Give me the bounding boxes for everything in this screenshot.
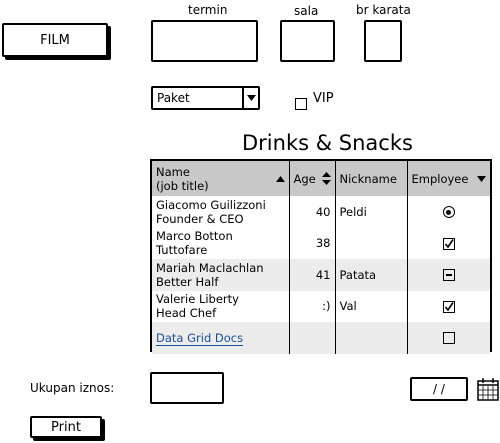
vip-checkbox[interactable]	[295, 97, 307, 110]
cell-nickname	[334, 322, 407, 354]
table-row[interactable]: Mariah Maclachlan Better Half 41 Patata	[152, 259, 490, 291]
employee-checkbox-indeterminate[interactable]	[442, 269, 455, 282]
column-header-age[interactable]: Age	[288, 161, 335, 196]
date-input-value: / /	[433, 382, 445, 396]
ukupan-iznos-input[interactable]	[150, 372, 224, 404]
sala-input[interactable]	[280, 20, 335, 62]
row-name: Marco Botton	[156, 229, 233, 244]
print-button-label: Print	[51, 419, 81, 435]
cell-age: 40	[288, 196, 335, 228]
cell-employee	[406, 227, 490, 259]
row-title: Tuttofare	[156, 243, 208, 258]
cell-name: Marco Botton Tuttofare	[152, 228, 289, 260]
cell-nickname: Patata	[334, 259, 407, 291]
cell-age: 41	[288, 259, 335, 291]
cell-nickname	[334, 227, 407, 259]
cell-name: Valerie Liberty Head Chef	[152, 291, 289, 323]
cell-age: :)	[288, 290, 335, 322]
cell-employee	[406, 259, 490, 291]
cell-age	[288, 322, 335, 354]
employee-radio[interactable]	[442, 206, 455, 219]
row-title: Head Chef	[156, 306, 217, 321]
row-title: Better Half	[156, 274, 219, 289]
table-row[interactable]: Valerie Liberty Head Chef :) Val	[152, 290, 490, 323]
data-grid-docs-link[interactable]: Data Grid Docs	[156, 330, 244, 346]
film-button[interactable]: FILM	[2, 23, 108, 57]
paket-select-value: Paket	[157, 91, 190, 105]
row-name: Giacomo Guilizzoni	[156, 197, 266, 212]
employee-checkbox[interactable]	[442, 332, 455, 345]
checkmark-icon	[444, 301, 454, 312]
column-header-nickname-label: Nickname	[339, 171, 397, 186]
employee-checkbox[interactable]	[442, 300, 455, 313]
br-karata-input[interactable]	[364, 20, 402, 62]
grid-title: Drinks & Snacks	[242, 131, 413, 155]
termin-label: termin	[188, 3, 228, 17]
cell-nickname: Peldi	[334, 196, 407, 228]
column-header-nickname[interactable]: Nickname	[334, 161, 407, 196]
column-header-age-label: Age	[293, 171, 316, 186]
cell-age: 38	[288, 227, 335, 259]
ukupan-iznos-label: Ukupan iznos:	[30, 381, 115, 395]
vip-label: VIP	[313, 91, 334, 106]
termin-input[interactable]	[151, 20, 258, 62]
cell-name: Data Grid Docs	[152, 322, 289, 354]
table-row[interactable]: Data Grid Docs	[152, 322, 490, 354]
row-name: Mariah Maclachlan	[156, 260, 264, 275]
chevron-down-icon[interactable]	[242, 88, 258, 108]
sort-both-icon[interactable]	[321, 172, 331, 185]
cell-nickname: Val	[334, 290, 407, 322]
paket-select[interactable]: Paket	[151, 86, 260, 110]
cell-name: Mariah Maclachlan Better Half	[152, 259, 289, 291]
sala-label: sala	[294, 4, 319, 18]
film-button-label: FILM	[40, 32, 70, 48]
br-karata-label: br karata	[356, 3, 411, 17]
sort-up-icon[interactable]	[275, 175, 285, 182]
cell-employee	[406, 322, 490, 354]
employee-checkbox[interactable]	[442, 237, 455, 250]
row-title: Founder & CEO	[156, 211, 244, 226]
cell-employee	[406, 196, 490, 228]
table-row[interactable]: Giacomo Guilizzoni Founder & CEO 40 Peld…	[152, 196, 490, 228]
column-header-employee-label: Employee	[411, 171, 469, 186]
grid-header-row: Name (job title) Age Nickname Employee	[152, 161, 490, 196]
data-grid[interactable]: Name (job title) Age Nickname Employee G…	[150, 159, 492, 354]
column-header-name[interactable]: Name (job title)	[152, 161, 289, 196]
cell-employee	[406, 290, 490, 322]
row-name: Valerie Liberty	[156, 292, 239, 307]
calendar-icon[interactable]	[477, 377, 499, 401]
cell-name: Giacomo Guilizzoni Founder & CEO	[152, 196, 289, 228]
table-row[interactable]: Marco Botton Tuttofare 38	[152, 227, 490, 260]
column-header-name-label: Name (job title)	[156, 164, 209, 193]
date-input[interactable]: / /	[410, 377, 468, 401]
checkmark-icon	[444, 238, 454, 249]
column-header-employee[interactable]: Employee	[406, 161, 490, 196]
print-button[interactable]: Print	[30, 416, 102, 438]
sort-down-icon[interactable]	[477, 175, 486, 182]
